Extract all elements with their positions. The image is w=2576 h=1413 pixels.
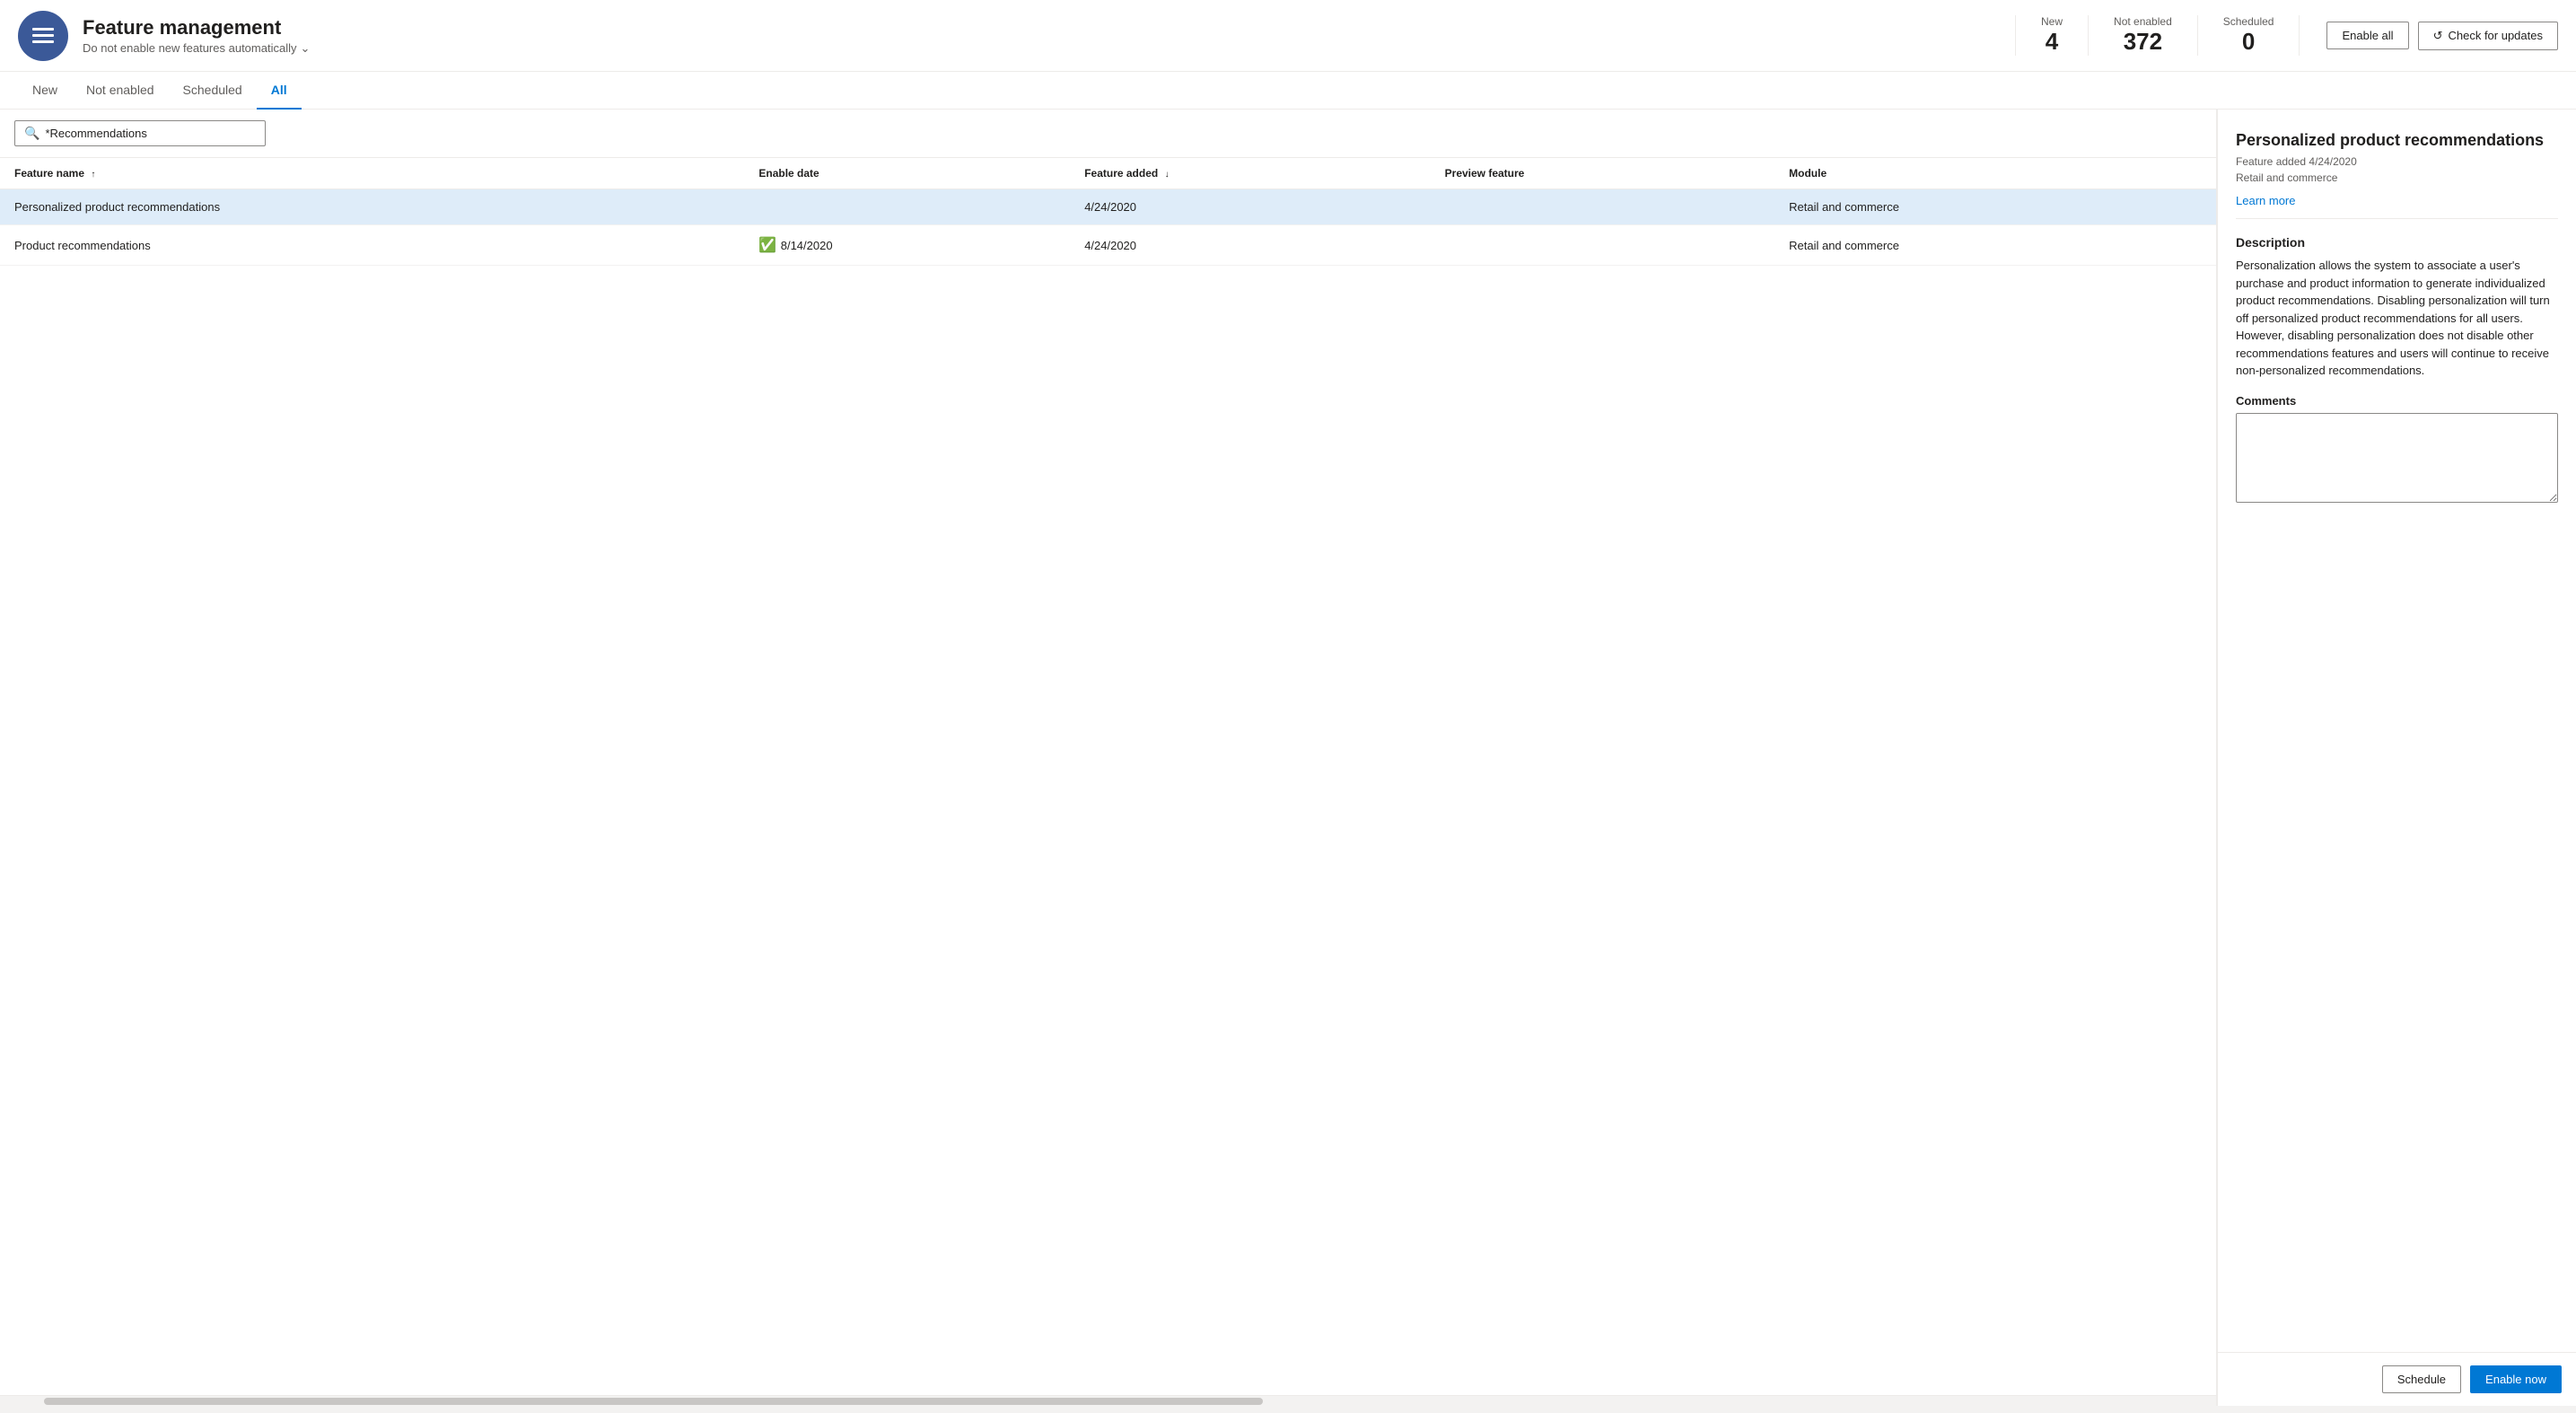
detail-description: Personalization allows the system to ass… [2236,257,2558,380]
app-logo [18,11,68,61]
cell-enable-date [744,189,1070,225]
title-block: Feature management Do not enable new fea… [83,16,1988,56]
learn-more-link[interactable]: Learn more [2236,194,2295,207]
cell-enable-date: ✅ 8/14/2020 [744,225,1070,266]
comments-input[interactable] [2236,413,2558,503]
page-title: Feature management [83,16,1988,39]
scroll-thumb[interactable] [44,1398,1263,1405]
detail-footer: Schedule Enable now [2218,1352,2576,1406]
left-panel: 🔍 Feature name ↑ Enable date [0,110,2217,1406]
tab-new[interactable]: New [18,72,72,110]
cell-module: Retail and commerce [1774,189,2216,225]
table-wrap: Feature name ↑ Enable date Feature added… [0,158,2216,1395]
cell-preview-feature [1431,189,1774,225]
tab-scheduled[interactable]: Scheduled [169,72,257,110]
col-module[interactable]: Module [1774,158,2216,189]
col-enable-date[interactable]: Enable date [744,158,1070,189]
search-bar: 🔍 [0,110,2216,158]
refresh-icon: ↺ [2433,29,2443,43]
cell-feature-name: Personalized product recommendations [0,189,744,225]
stats-block: New 4 Not enabled 372 Scheduled 0 [2015,15,2300,56]
tab-all[interactable]: All [257,72,302,110]
main-content: 🔍 Feature name ↑ Enable date [0,110,2576,1406]
cell-feature-added: 4/24/2020 [1070,225,1430,266]
stat-not-enabled: Not enabled 372 [2089,15,2198,56]
table-row[interactable]: Product recommendations✅ 8/14/20204/24/2… [0,225,2216,266]
enable-now-button[interactable]: Enable now [2470,1365,2562,1393]
sort-asc-icon: ↑ [91,170,95,180]
detail-module: Retail and commerce [2236,171,2558,184]
cell-module: Retail and commerce [1774,225,2216,266]
table-row[interactable]: Personalized product recommendations 4/24… [0,189,2216,225]
detail-title: Personalized product recommendations [2236,131,2558,150]
cell-preview-feature [1431,225,1774,266]
page-header: Feature management Do not enable new fea… [0,0,2576,72]
chevron-down-icon: ⌄ [300,41,310,56]
col-feature-name[interactable]: Feature name ↑ [0,158,744,189]
divider [2236,218,2558,219]
stat-new: New 4 [2015,15,2089,56]
search-icon: 🔍 [24,126,39,141]
detail-feature-added: Feature added 4/24/2020 [2236,155,2558,168]
subtitle-dropdown[interactable]: Do not enable new features automatically… [83,41,1988,56]
features-table: Feature name ↑ Enable date Feature added… [0,158,2216,266]
search-input[interactable] [45,127,256,140]
right-panel: Personalized product recommendations Fea… [2217,110,2576,1406]
detail-content: Personalized product recommendations Fea… [2218,110,2576,1352]
schedule-button[interactable]: Schedule [2382,1365,2461,1393]
header-actions: Enable all ↺ Check for updates [2326,22,2558,50]
comments-label: Comments [2236,394,2558,408]
sort-desc-icon: ↓ [1165,170,1170,180]
horizontal-scrollbar[interactable] [0,1395,2216,1406]
check-updates-button[interactable]: ↺ Check for updates [2418,22,2558,50]
list-icon [29,22,57,50]
cell-feature-name: Product recommendations [0,225,744,266]
description-heading: Description [2236,235,2558,250]
search-input-wrap[interactable]: 🔍 [14,120,266,146]
col-feature-added[interactable]: Feature added ↓ [1070,158,1430,189]
stat-scheduled: Scheduled 0 [2198,15,2300,56]
tab-not-enabled[interactable]: Not enabled [72,72,169,110]
enable-all-button[interactable]: Enable all [2326,22,2408,49]
cell-feature-added: 4/24/2020 [1070,189,1430,225]
col-preview-feature[interactable]: Preview feature [1431,158,1774,189]
nav-tabs: New Not enabled Scheduled All [0,72,2576,110]
enabled-check-icon: ✅ [758,238,780,253]
